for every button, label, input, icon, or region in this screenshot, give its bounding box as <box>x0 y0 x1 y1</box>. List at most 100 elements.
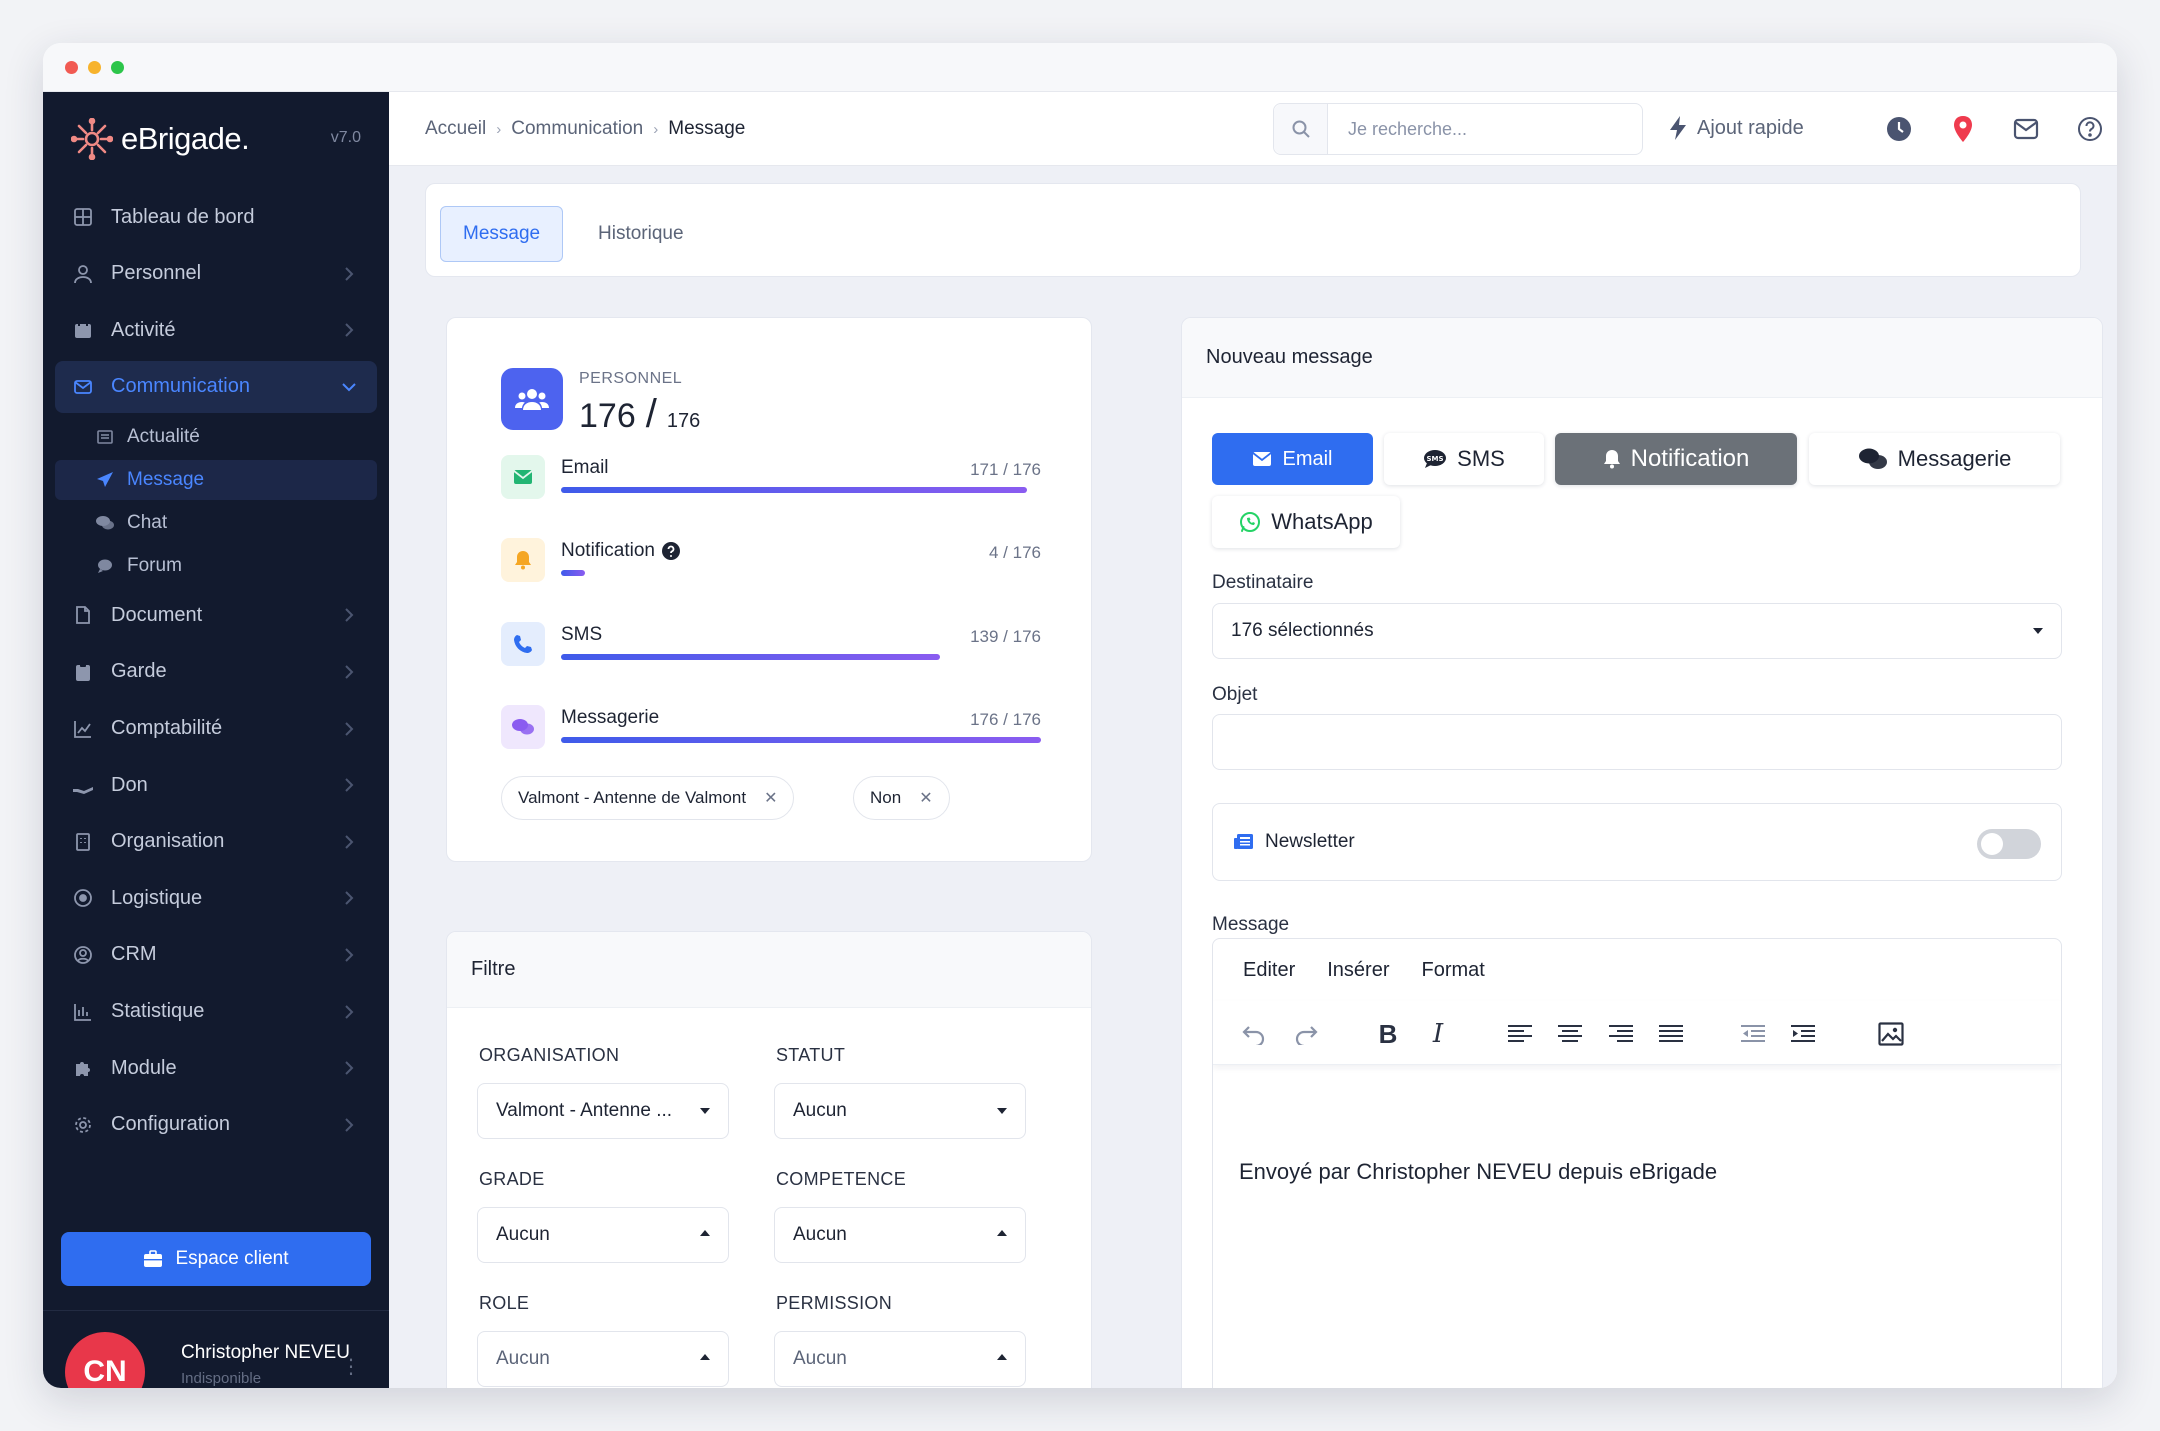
objet-input[interactable] <box>1212 714 2062 770</box>
channel-messagerie-button[interactable]: Messagerie <box>1809 433 2060 485</box>
menu-format[interactable]: Format <box>1422 959 1485 982</box>
objet-label: Objet <box>1212 684 1258 705</box>
sidebar-item-comptabilite[interactable]: Comptabilité <box>55 703 377 755</box>
organisation-select[interactable]: Valmont - Antenne ... <box>477 1083 729 1139</box>
indent-icon[interactable] <box>1788 1019 1818 1049</box>
caret-up-icon <box>700 1354 710 1360</box>
competence-label: COMPETENCE <box>776 1169 907 1189</box>
stat-row-email: Email 171 / 176 <box>501 455 1041 515</box>
outdent-icon[interactable] <box>1738 1019 1768 1049</box>
sidebar-item-document[interactable]: Document <box>55 589 377 641</box>
close-icon[interactable]: ✕ <box>764 788 777 808</box>
channel-email-button[interactable]: Email <box>1212 433 1373 485</box>
channel-notification-button[interactable]: Notification <box>1555 433 1797 485</box>
bold-icon[interactable]: B <box>1373 1019 1403 1049</box>
question-circle-icon[interactable] <box>661 541 681 561</box>
chat-bubbles-icon <box>95 513 115 533</box>
search-icon[interactable] <box>1274 104 1328 154</box>
statut-label: STATUT <box>776 1045 846 1065</box>
competence-select[interactable]: Aucun <box>774 1207 1026 1263</box>
help-circle-icon[interactable] <box>2075 114 2105 144</box>
clock-icon[interactable] <box>1884 114 1914 144</box>
sidebar-item-activite[interactable]: Activité <box>55 304 377 356</box>
svg-text:SMS: SMS <box>1427 455 1444 463</box>
chevron-right-icon <box>345 835 354 849</box>
espace-client-label: Espace client <box>175 1248 289 1269</box>
count-separator: / <box>645 392 657 436</box>
sidebar-item-communication[interactable]: Communication <box>55 360 377 413</box>
espace-client-button[interactable]: Espace client <box>61 1232 371 1286</box>
sidebar-item-label: Garde <box>111 660 167 683</box>
permission-select[interactable]: Aucun <box>774 1331 1026 1387</box>
channel-sms-button[interactable]: SMS SMS <box>1384 433 1544 485</box>
new-message-title: Nouveau message <box>1182 318 2102 398</box>
message-editor: Editer Insérer Format B I Envoyé par Chr… <box>1212 938 2062 1388</box>
role-select[interactable]: Aucun <box>477 1331 729 1387</box>
breadcrumb-accueil[interactable]: Accueil <box>425 118 486 140</box>
align-center-icon[interactable] <box>1555 1019 1585 1049</box>
mail-icon[interactable] <box>2011 114 2041 144</box>
sidebar-subitem-label: Message <box>127 469 205 491</box>
channel-whatsapp-button[interactable]: WhatsApp <box>1212 496 1400 548</box>
menu-editer[interactable]: Editer <box>1243 959 1295 982</box>
bar-chart-icon <box>71 1000 95 1024</box>
editor-body-text[interactable]: Envoyé par Christopher NEVEU depuis eBri… <box>1239 1159 1717 1185</box>
quick-add-button[interactable]: Ajout rapide <box>1669 116 1804 140</box>
tab-historique[interactable]: Historique <box>576 206 706 262</box>
sidebar-subitem-label: Forum <box>127 555 182 577</box>
redo-icon[interactable] <box>1291 1019 1321 1049</box>
sidebar-item-label: Configuration <box>111 1113 230 1136</box>
destinataire-value: 176 sélectionnés <box>1231 620 1374 641</box>
menu-inserer[interactable]: Insérer <box>1327 959 1389 982</box>
message-label: Message <box>1212 914 1290 935</box>
sidebar-item-don[interactable]: Don <box>55 759 377 811</box>
image-icon[interactable] <box>1876 1019 1906 1049</box>
filter-chip-non[interactable]: Non ✕ <box>853 776 950 820</box>
minimize-window-dot[interactable] <box>88 61 101 74</box>
newsletter-toggle[interactable] <box>1977 829 2041 859</box>
align-left-icon[interactable] <box>1505 1019 1535 1049</box>
grade-label: GRADE <box>479 1169 545 1189</box>
align-right-icon[interactable] <box>1606 1019 1636 1049</box>
chevron-right-icon <box>345 1061 354 1075</box>
sidebar-item-module[interactable]: Module <box>55 1042 377 1094</box>
align-justify-icon[interactable] <box>1656 1019 1686 1049</box>
sidebar-item-tableau-de-bord[interactable]: Tableau de bord <box>55 191 377 243</box>
sidebar-subitem-chat[interactable]: Chat <box>55 503 377 543</box>
stat-name: Email <box>561 457 609 478</box>
bell-icon <box>501 538 545 582</box>
sidebar-subitem-actualite[interactable]: Actualité <box>55 417 377 457</box>
close-window-dot[interactable] <box>65 61 78 74</box>
undo-icon[interactable] <box>1239 1019 1269 1049</box>
filter-chip-organisation[interactable]: Valmont - Antenne de Valmont ✕ <box>501 776 795 820</box>
grade-select[interactable]: Aucun <box>477 1207 729 1263</box>
more-vertical-icon[interactable]: ⋮ <box>341 1354 361 1379</box>
maximize-window-dot[interactable] <box>111 61 124 74</box>
close-icon[interactable]: ✕ <box>919 788 932 808</box>
user-card[interactable]: CN Christopher NEVEU Indisponible ⋮ <box>65 1332 375 1388</box>
sidebar-item-configuration[interactable]: Configuration <box>55 1099 377 1151</box>
stat-count: 171 / 176 <box>970 460 1041 479</box>
statut-select[interactable]: Aucun <box>774 1083 1026 1139</box>
italic-icon[interactable]: I <box>1423 1019 1453 1049</box>
breadcrumb-communication[interactable]: Communication <box>511 118 643 140</box>
app-logo[interactable]: eBrigade. <box>71 117 250 161</box>
sidebar-item-logistique[interactable]: Logistique <box>55 872 377 924</box>
tab-message[interactable]: Message <box>440 206 564 262</box>
sidebar-subitem-forum[interactable]: Forum <box>55 546 377 586</box>
destinataire-select[interactable]: 176 sélectionnés <box>1212 603 2062 659</box>
sidebar-item-label: Personnel <box>111 262 202 285</box>
sidebar-item-label: Module <box>111 1056 177 1079</box>
ebrigade-logo-icon <box>71 118 113 160</box>
sidebar-subitem-label: Chat <box>127 512 168 534</box>
sidebar: eBrigade. v7.0 Tableau de bord Personnel… <box>43 92 389 1388</box>
sidebar-subitem-message[interactable]: Message <box>55 460 377 501</box>
sidebar-item-statistique[interactable]: Statistique <box>55 986 377 1038</box>
sidebar-item-organisation[interactable]: Organisation <box>55 816 377 868</box>
search-input[interactable] <box>1328 118 1628 140</box>
map-pin-icon[interactable] <box>1948 114 1978 144</box>
sidebar-item-crm[interactable]: CRM <box>55 929 377 981</box>
personnel-total-count: 176 <box>666 410 701 432</box>
sidebar-item-garde[interactable]: Garde <box>55 646 377 698</box>
sidebar-item-personnel[interactable]: Personnel <box>55 248 377 300</box>
